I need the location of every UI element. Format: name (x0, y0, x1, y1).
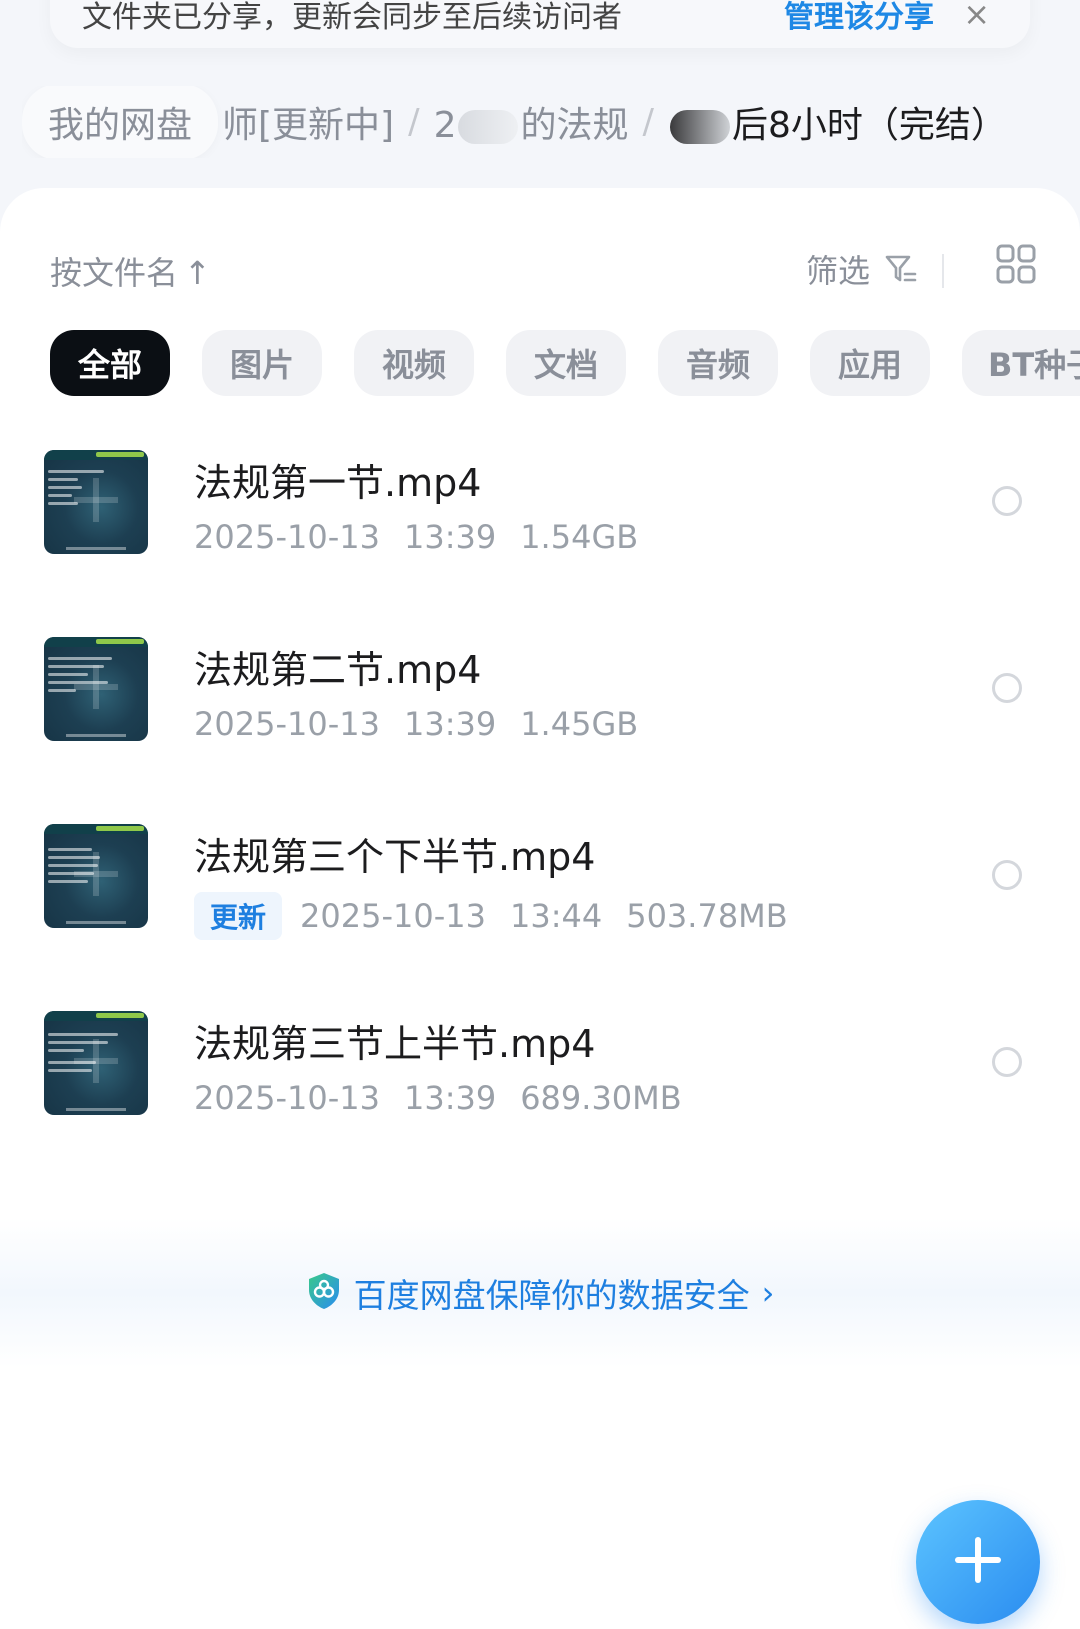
tab-audio[interactable]: 音频 (658, 330, 778, 396)
close-icon[interactable]: × (963, 0, 990, 33)
share-banner: 文件夹已分享，更新会同步至后续访问者 管理该分享 × (50, 0, 1030, 48)
sort-label: 按文件名 (50, 254, 179, 292)
breadcrumb-current: 后8小时（完结） (668, 96, 1007, 148)
file-time: 13:44 (509, 897, 603, 935)
tab-all[interactable]: 全部 (50, 330, 170, 396)
video-thumbnail (44, 824, 148, 928)
add-button[interactable] (916, 1500, 1040, 1624)
select-radio[interactable] (992, 860, 1022, 890)
file-list-card: 按文件名 ↑ 筛选 全部 图片 视频 文档 音频 应用 BT种 法规第一节.mp… (0, 188, 1080, 1629)
redacted-blur (458, 110, 519, 144)
breadcrumb-separator: / (408, 102, 420, 142)
tab-documents[interactable]: 文档 (506, 330, 626, 396)
sort-button[interactable]: 按文件名 ↑ (50, 248, 211, 294)
file-date: 2025-10-13 (194, 705, 380, 743)
updated-badge: 更新 (194, 892, 283, 940)
file-meta: 更新 2025-10-13 13:44 503.78MB (194, 892, 788, 940)
banner-text: 文件夹已分享，更新会同步至后续访问者 (82, 0, 622, 35)
sort-filter-bar: 按文件名 ↑ 筛选 (50, 238, 1036, 298)
file-name: 法规第三节上半节.mp4 (194, 1022, 596, 1066)
tab-apps[interactable]: 应用 (810, 330, 930, 396)
file-row[interactable]: 法规第二节.mp4 2025-10-13 13:39 1.45GB (44, 637, 1036, 817)
tab-videos[interactable]: 视频 (354, 330, 474, 396)
toolbar-divider (942, 254, 944, 288)
category-tabs: 全部 图片 视频 文档 音频 应用 BT种子 (50, 330, 1080, 396)
breadcrumb-current-suffix: 后8小时（完结） (731, 105, 1007, 146)
data-safety-link[interactable]: 百度网盘保障你的数据安全 › (0, 1218, 1080, 1368)
breadcrumb-level-2-suffix: 的法规 (520, 105, 629, 146)
file-meta: 2025-10-13 13:39 1.45GB (194, 705, 638, 743)
breadcrumb-level-2-prefix: 2 (433, 105, 457, 146)
file-size: 1.54GB (520, 518, 639, 556)
file-row[interactable]: 法规第三个下半节.mp4 更新 2025-10-13 13:44 503.78M… (44, 824, 1036, 1004)
file-date: 2025-10-13 (300, 897, 486, 935)
file-date: 2025-10-13 (194, 518, 380, 556)
video-thumbnail (44, 637, 148, 741)
file-size: 503.78MB (626, 897, 788, 935)
tab-images[interactable]: 图片 (202, 330, 322, 396)
breadcrumb-level-2[interactable]: 2 的法规 (434, 96, 629, 148)
redacted-blur (669, 110, 730, 144)
select-radio[interactable] (992, 1047, 1022, 1077)
file-time: 13:39 (403, 518, 497, 556)
file-row[interactable]: 法规第一节.mp4 2025-10-13 13:39 1.54GB (44, 450, 1036, 630)
file-name: 法规第三个下半节.mp4 (194, 835, 596, 879)
video-thumbnail (44, 450, 148, 554)
file-date: 2025-10-13 (194, 1079, 380, 1117)
filter-button[interactable]: 筛选 (806, 246, 918, 292)
file-size: 689.30MB (520, 1079, 682, 1117)
file-time: 13:39 (403, 1079, 497, 1117)
chevron-right-icon: › (761, 1274, 775, 1312)
safety-text: 百度网盘保障你的数据安全 (353, 1276, 750, 1315)
file-meta: 2025-10-13 13:39 689.30MB (194, 1079, 682, 1117)
file-size: 1.45GB (520, 705, 639, 743)
breadcrumb: 我的网盘 师[更新中] / 2 的法规 / 后8小时（完结） (22, 86, 1080, 158)
breadcrumb-level-1[interactable]: 师[更新中] (222, 96, 394, 148)
sort-arrow-icon: ↑ (184, 254, 211, 292)
manage-share-link[interactable]: 管理该分享 (784, 0, 934, 36)
plus-icon (954, 1536, 1002, 1588)
file-meta: 2025-10-13 13:39 1.54GB (194, 518, 638, 556)
select-radio[interactable] (992, 673, 1022, 703)
file-name: 法规第一节.mp4 (194, 461, 482, 505)
tab-bt-seeds[interactable]: BT种子 (962, 330, 1080, 396)
select-radio[interactable] (992, 486, 1022, 516)
file-row[interactable]: 法规第三节上半节.mp4 2025-10-13 13:39 689.30MB (44, 1011, 1036, 1191)
shield-icon (306, 1271, 342, 1315)
video-thumbnail (44, 1011, 148, 1115)
filter-label: 筛选 (805, 252, 870, 290)
filter-icon (884, 252, 918, 286)
breadcrumb-separator: / (642, 102, 654, 142)
grid-view-icon[interactable] (996, 244, 1036, 288)
file-name: 法规第二节.mp4 (194, 648, 482, 692)
file-time: 13:39 (403, 705, 497, 743)
breadcrumb-home[interactable]: 我的网盘 (22, 86, 219, 158)
